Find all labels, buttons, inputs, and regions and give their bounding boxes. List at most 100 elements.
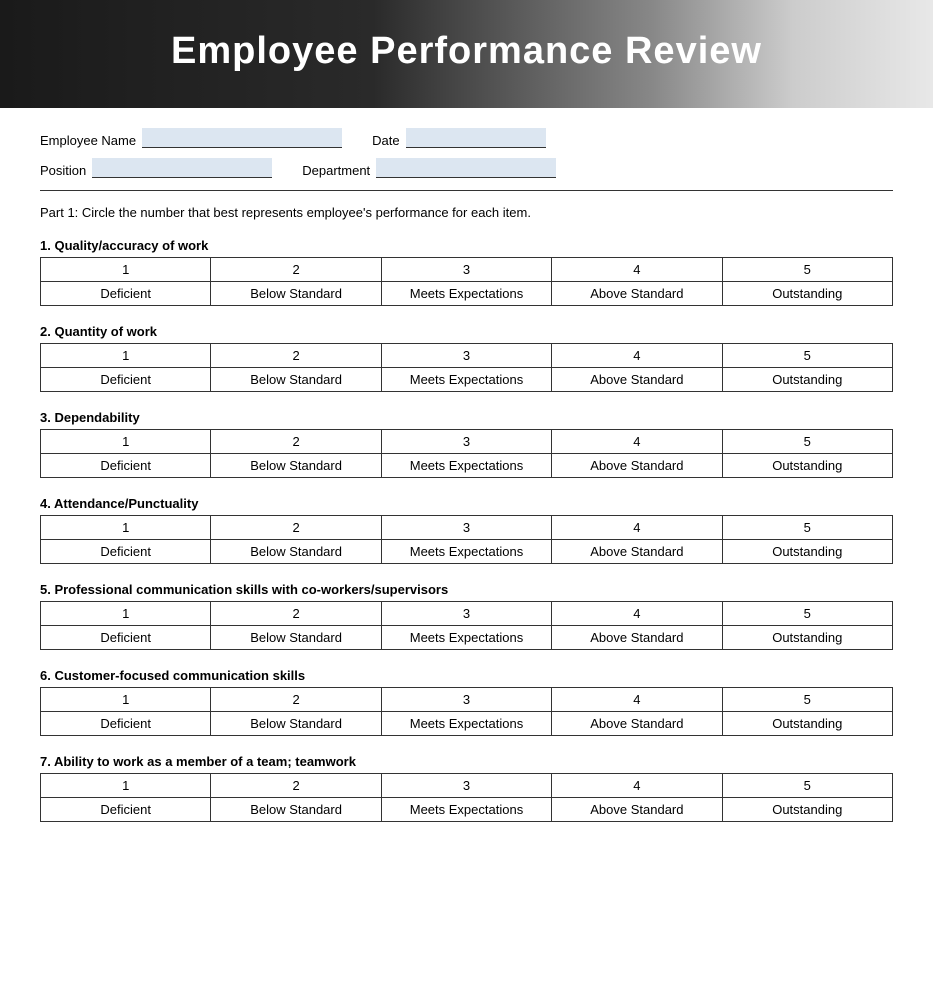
rating-desc[interactable]: Below Standard: [211, 798, 381, 822]
rating-desc[interactable]: Above Standard: [552, 282, 722, 306]
rating-number-4[interactable]: 4: [552, 430, 722, 454]
rating-number-1[interactable]: 1: [41, 516, 211, 540]
section-divider: [40, 190, 893, 191]
section-6-desc-row: DeficientBelow StandardMeets Expectation…: [41, 712, 893, 736]
rating-number-3[interactable]: 3: [381, 602, 551, 626]
rating-desc[interactable]: Deficient: [41, 798, 211, 822]
rating-desc[interactable]: Deficient: [41, 282, 211, 306]
rating-number-2[interactable]: 2: [211, 258, 381, 282]
rating-desc[interactable]: Outstanding: [722, 368, 892, 392]
field-row-1: Employee Name Date: [40, 128, 893, 148]
department-label: Department: [302, 163, 370, 178]
rating-desc[interactable]: Above Standard: [552, 454, 722, 478]
position-group: Position: [40, 158, 272, 178]
rating-number-2[interactable]: 2: [211, 774, 381, 798]
rating-number-1[interactable]: 1: [41, 344, 211, 368]
rating-number-5[interactable]: 5: [722, 688, 892, 712]
rating-desc[interactable]: Meets Expectations: [381, 798, 551, 822]
section-1-desc-row: DeficientBelow StandardMeets Expectation…: [41, 282, 893, 306]
section-3-number-row: 12345: [41, 430, 893, 454]
rating-number-2[interactable]: 2: [211, 516, 381, 540]
rating-desc[interactable]: Above Standard: [552, 540, 722, 564]
rating-number-3[interactable]: 3: [381, 516, 551, 540]
rating-number-3[interactable]: 3: [381, 258, 551, 282]
rating-number-4[interactable]: 4: [552, 774, 722, 798]
rating-desc[interactable]: Deficient: [41, 626, 211, 650]
section-2-desc-row: DeficientBelow StandardMeets Expectation…: [41, 368, 893, 392]
rating-number-2[interactable]: 2: [211, 430, 381, 454]
section-4-title: 4. Attendance/Punctuality: [40, 496, 893, 511]
rating-number-2[interactable]: 2: [211, 688, 381, 712]
rating-number-4[interactable]: 4: [552, 516, 722, 540]
rating-number-3[interactable]: 3: [381, 774, 551, 798]
rating-desc[interactable]: Outstanding: [722, 712, 892, 736]
rating-desc[interactable]: Deficient: [41, 454, 211, 478]
employee-name-input[interactable]: [142, 128, 342, 148]
section-5-desc-row: DeficientBelow StandardMeets Expectation…: [41, 626, 893, 650]
rating-number-5[interactable]: 5: [722, 430, 892, 454]
rating-desc[interactable]: Above Standard: [552, 712, 722, 736]
rating-desc[interactable]: Meets Expectations: [381, 712, 551, 736]
rating-desc[interactable]: Outstanding: [722, 454, 892, 478]
rating-desc[interactable]: Below Standard: [211, 454, 381, 478]
rating-number-4[interactable]: 4: [552, 258, 722, 282]
rating-number-5[interactable]: 5: [722, 258, 892, 282]
rating-number-5[interactable]: 5: [722, 774, 892, 798]
rating-desc[interactable]: Above Standard: [552, 626, 722, 650]
department-input[interactable]: [376, 158, 556, 178]
rating-desc[interactable]: Deficient: [41, 712, 211, 736]
rating-number-3[interactable]: 3: [381, 688, 551, 712]
rating-desc[interactable]: Outstanding: [722, 798, 892, 822]
rating-number-3[interactable]: 3: [381, 344, 551, 368]
section-2-title: 2. Quantity of work: [40, 324, 893, 339]
section-1: 1. Quality/accuracy of work12345Deficien…: [40, 238, 893, 306]
section-3: 3. Dependability12345DeficientBelow Stan…: [40, 410, 893, 478]
rating-number-1[interactable]: 1: [41, 430, 211, 454]
section-6-title: 6. Customer-focused communication skills: [40, 668, 893, 683]
section-1-table: 12345DeficientBelow StandardMeets Expect…: [40, 257, 893, 306]
date-label: Date: [372, 133, 399, 148]
rating-number-3[interactable]: 3: [381, 430, 551, 454]
rating-number-2[interactable]: 2: [211, 602, 381, 626]
rating-desc[interactable]: Deficient: [41, 368, 211, 392]
rating-desc[interactable]: Deficient: [41, 540, 211, 564]
section-3-desc-row: DeficientBelow StandardMeets Expectation…: [41, 454, 893, 478]
rating-number-1[interactable]: 1: [41, 688, 211, 712]
rating-number-4[interactable]: 4: [552, 344, 722, 368]
rating-desc[interactable]: Outstanding: [722, 540, 892, 564]
sections-container: 1. Quality/accuracy of work12345Deficien…: [40, 238, 893, 822]
position-input[interactable]: [92, 158, 272, 178]
rating-desc[interactable]: Meets Expectations: [381, 540, 551, 564]
rating-desc[interactable]: Below Standard: [211, 282, 381, 306]
rating-number-5[interactable]: 5: [722, 344, 892, 368]
rating-desc[interactable]: Below Standard: [211, 368, 381, 392]
date-input[interactable]: [406, 128, 546, 148]
rating-number-4[interactable]: 4: [552, 602, 722, 626]
rating-desc[interactable]: Below Standard: [211, 540, 381, 564]
section-2-number-row: 12345: [41, 344, 893, 368]
rating-desc[interactable]: Meets Expectations: [381, 626, 551, 650]
position-label: Position: [40, 163, 86, 178]
rating-desc[interactable]: Below Standard: [211, 626, 381, 650]
section-5-title: 5. Professional communication skills wit…: [40, 582, 893, 597]
rating-desc[interactable]: Above Standard: [552, 798, 722, 822]
rating-number-1[interactable]: 1: [41, 258, 211, 282]
rating-desc[interactable]: Meets Expectations: [381, 368, 551, 392]
rating-desc[interactable]: Meets Expectations: [381, 282, 551, 306]
rating-number-1[interactable]: 1: [41, 602, 211, 626]
rating-desc[interactable]: Outstanding: [722, 282, 892, 306]
rating-desc[interactable]: Below Standard: [211, 712, 381, 736]
page-header: Employee Performance Review: [0, 0, 933, 108]
rating-number-2[interactable]: 2: [211, 344, 381, 368]
section-7-number-row: 12345: [41, 774, 893, 798]
rating-number-5[interactable]: 5: [722, 516, 892, 540]
rating-number-4[interactable]: 4: [552, 688, 722, 712]
section-7-table: 12345DeficientBelow StandardMeets Expect…: [40, 773, 893, 822]
section-5-table: 12345DeficientBelow StandardMeets Expect…: [40, 601, 893, 650]
section-7: 7. Ability to work as a member of a team…: [40, 754, 893, 822]
rating-number-5[interactable]: 5: [722, 602, 892, 626]
rating-number-1[interactable]: 1: [41, 774, 211, 798]
rating-desc[interactable]: Outstanding: [722, 626, 892, 650]
rating-desc[interactable]: Meets Expectations: [381, 454, 551, 478]
rating-desc[interactable]: Above Standard: [552, 368, 722, 392]
